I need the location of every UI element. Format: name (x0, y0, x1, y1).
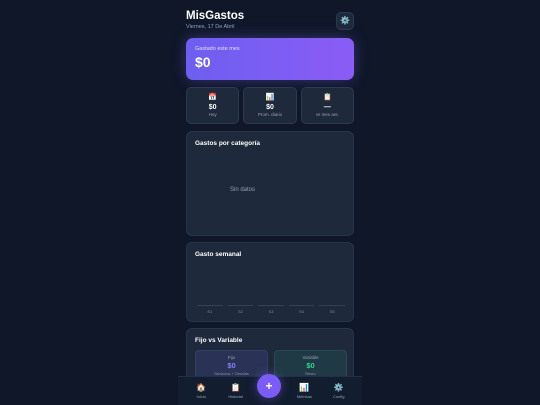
monthly-spent-card: Gastado este mes $0 (186, 38, 354, 80)
add-expense-button[interactable]: + (257, 374, 281, 398)
home-icon: 🏠 (196, 383, 207, 392)
stat-today-label: Hoy (208, 112, 217, 117)
week-baseline (197, 305, 223, 306)
week-label: S4 (299, 309, 305, 314)
week-label: S5 (329, 309, 335, 314)
week-label: S1 (207, 309, 213, 314)
weekly-card: Gasto semanal S1 S2 S3 S4 S5 (186, 242, 354, 322)
weekly-card-title: Gasto semanal (195, 251, 242, 258)
current-date: Viernes, 17 De Abril (186, 24, 235, 30)
week-column: S2 (227, 305, 254, 317)
week-baseline (319, 305, 345, 306)
stat-vs-last-month-value: — (323, 104, 331, 111)
monthly-spent-label: Gastado este mes (195, 46, 240, 52)
category-card-title: Gastos por categoría (195, 140, 261, 147)
stat-vs-last-month: 📋 — vs mes ant. (300, 87, 354, 124)
bar-chart-icon: 📊 (265, 94, 275, 101)
app-title: MisGastos (186, 10, 245, 22)
gear-icon: ⚙️ (333, 383, 344, 392)
week-baseline (258, 305, 284, 306)
fixed-value: $0 (227, 361, 236, 370)
stat-daily-average-label: Prom. diario (257, 112, 283, 117)
category-card: Gastos por categoría Sin datos (186, 131, 354, 236)
nav-label: Métricas (296, 394, 312, 399)
week-baseline (288, 305, 315, 306)
calendar-icon: 📅 (208, 94, 218, 101)
fixed-variable-card-title: Fijo vs Variable (195, 337, 243, 344)
stats-row: 📅 $0 Hoy 📊 $0 Prom. diario 📋 — vs mes an… (186, 87, 354, 124)
stat-today-value: $0 (208, 104, 217, 111)
bar-chart-icon: 📊 (299, 383, 310, 392)
variable-label: Variable (302, 355, 319, 360)
week-label: S2 (237, 309, 243, 314)
clipboard-icon: 📋 (322, 94, 332, 101)
week-label: S3 (268, 309, 274, 314)
week-column: S1 (197, 305, 223, 317)
stat-daily-average-value: $0 (266, 104, 274, 111)
week-column: S5 (319, 305, 345, 317)
nav-label: Inicio (196, 394, 206, 399)
week-column: S4 (288, 305, 315, 317)
stat-today: 📅 $0 Hoy (186, 87, 240, 124)
week-column: S3 (258, 305, 284, 317)
app-screen: MisGastos Viernes, 17 De Abril ⚙️ Gastad… (178, 0, 362, 405)
fixed-label: Fijo (227, 355, 236, 360)
header: MisGastos Viernes, 17 De Abril ⚙️ (186, 10, 354, 34)
week-baseline (227, 305, 254, 306)
monthly-spent-value: $0 (195, 54, 211, 70)
nav-label: Config (332, 394, 345, 399)
category-empty-text: Sin datos (230, 187, 256, 193)
plus-icon: + (265, 379, 273, 393)
weekly-chart: S1 S2 S3 S4 S5 (197, 305, 345, 317)
nav-item-inicio[interactable]: 🏠 Inicio (187, 383, 215, 399)
nav-item-metricas[interactable]: 📊 Métricas (290, 383, 318, 399)
variable-value: $0 (306, 361, 315, 370)
nav-item-historial[interactable]: 📋 Historial (222, 383, 250, 399)
settings-button[interactable]: ⚙️ (336, 12, 354, 30)
stat-daily-average: 📊 $0 Prom. diario (243, 87, 297, 124)
nav-label: Historial (228, 394, 243, 399)
stat-vs-last-month-label: vs mes ant. (315, 112, 339, 117)
nav-item-config[interactable]: ⚙️ Config (325, 383, 353, 399)
clipboard-icon: 📋 (230, 383, 241, 392)
gear-icon: ⚙️ (340, 16, 350, 25)
